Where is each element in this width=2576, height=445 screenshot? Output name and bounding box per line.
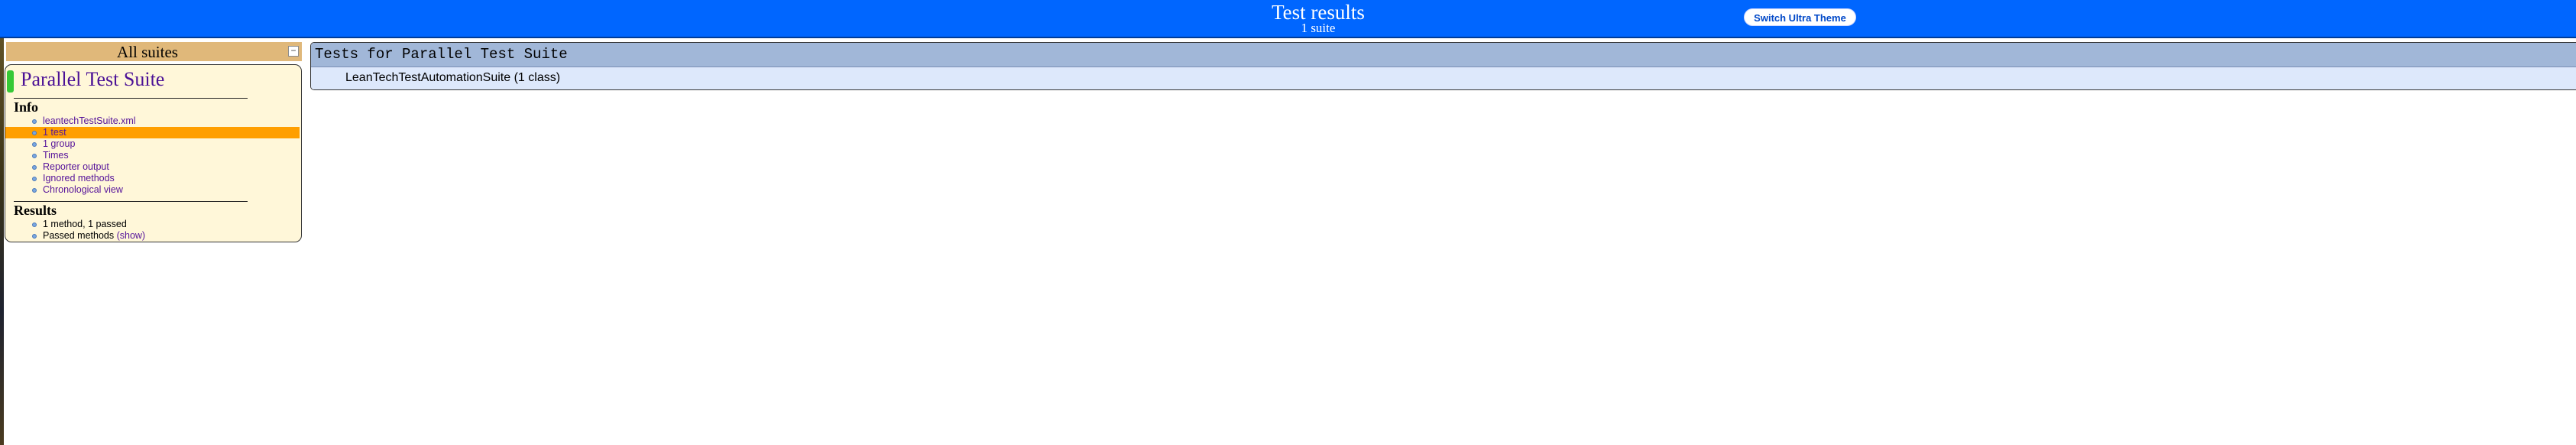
info-item-label: 1 group [43,138,76,149]
info-item-tests[interactable]: 1 test [5,127,300,138]
result-summary: 1 method, 1 passed [5,219,300,230]
bullet-icon [32,222,37,227]
test-class-row[interactable]: LeanTechTestAutomationSuite (1 class) [311,67,2576,89]
info-item-label: Times [43,150,69,161]
suite-count: 1 suite [1301,21,1336,35]
info-item-reporter-output[interactable]: Reporter output [5,161,300,173]
background-edge [0,0,4,445]
info-item-label: Chronological view [43,184,123,195]
info-item-label: Ignored methods [43,173,115,184]
results-heading: Results [14,203,57,218]
main-panel-header: Tests for Parallel Test Suite [311,43,2576,67]
info-heading: Info [14,99,39,115]
navigator-header: All suites − [6,42,302,61]
bullet-icon [32,142,37,147]
divider [14,201,248,202]
main-panel: Tests for Parallel Test Suite LeanTechTe… [310,42,2576,90]
bullet-icon [32,131,37,135]
show-passed-methods-link[interactable]: (show) [117,230,146,241]
top-banner: Test results 1 suite Switch Ultra Theme [0,0,2576,38]
info-item-suite-xml[interactable]: leantechTestSuite.xml [5,115,300,127]
info-item-ignored-methods[interactable]: Ignored methods [5,173,300,184]
info-item-label: leantechTestSuite.xml [43,115,136,126]
suite-status-marker [7,70,14,93]
divider [14,98,248,99]
bullet-icon [32,234,37,239]
passed-methods-label: Passed methods [43,230,117,241]
info-item-label: 1 test [43,127,66,138]
info-item-label: Reporter output [43,161,109,172]
bullet-icon [32,188,37,193]
bullet-icon [32,177,37,181]
results-list: 1 method, 1 passed Passed methods (show) [5,219,300,242]
info-item-chronological-view[interactable]: Chronological view [5,184,300,196]
bullet-icon [32,119,37,124]
suite-name-link[interactable]: Parallel Test Suite [21,68,164,91]
info-list: leantechTestSuite.xml 1 test 1 group Tim… [5,115,300,196]
switch-theme-button[interactable]: Switch Ultra Theme [1744,8,1856,26]
bullet-icon [32,154,37,158]
passed-methods-item: Passed methods (show) [5,230,300,242]
navigator-title: All suites [117,43,178,61]
suite-panel: Parallel Test Suite Info leantechTestSui… [5,64,302,242]
result-summary-label: 1 method, 1 passed [43,219,127,229]
info-item-times[interactable]: Times [5,150,300,161]
bullet-icon [32,165,37,170]
info-item-groups[interactable]: 1 group [5,138,300,150]
collapse-icon[interactable]: − [288,46,299,57]
